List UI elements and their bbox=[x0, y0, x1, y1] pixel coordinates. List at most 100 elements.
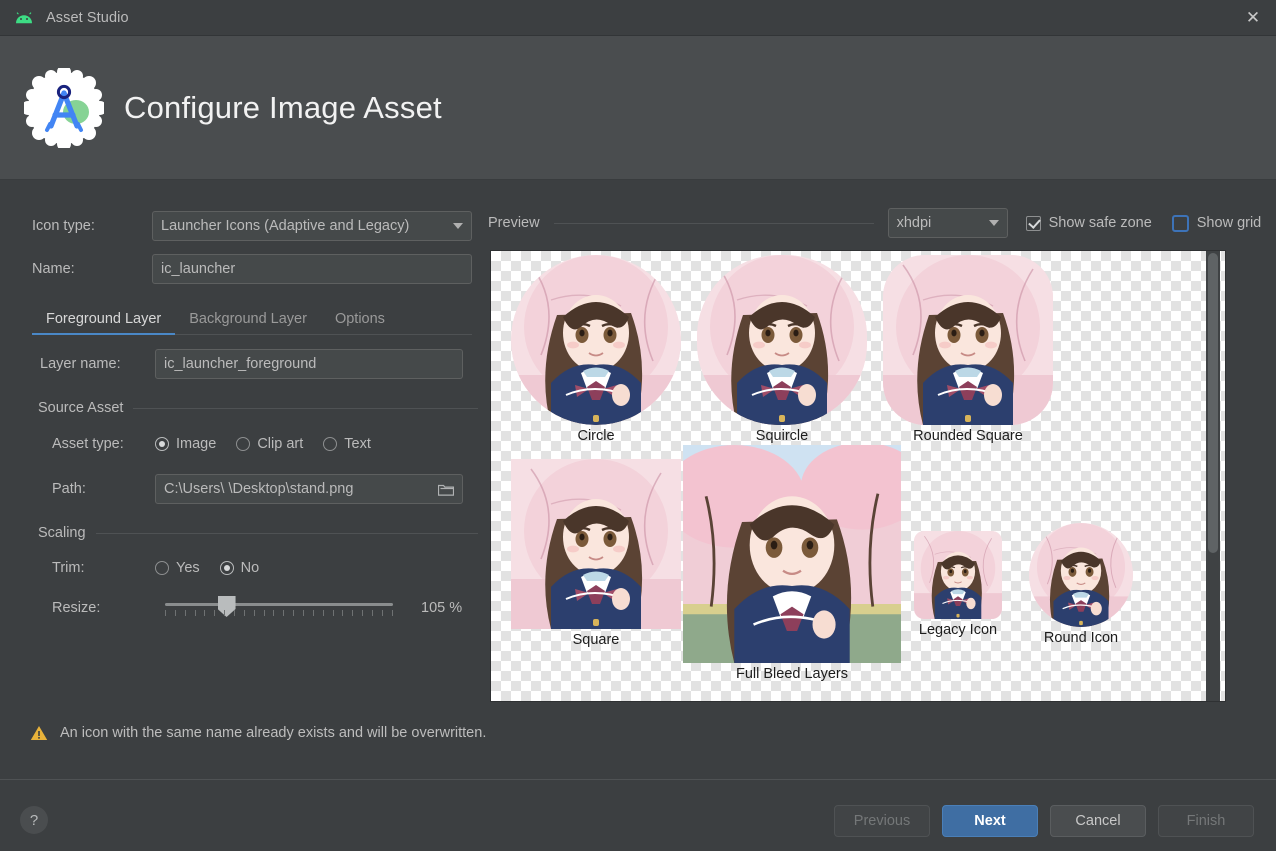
trim-radio-group: Yes No bbox=[155, 560, 259, 576]
section-divider bbox=[133, 407, 478, 409]
resize-slider[interactable] bbox=[165, 595, 393, 621]
next-button[interactable]: Next bbox=[942, 805, 1038, 837]
layer-name-label: Layer name: bbox=[40, 356, 121, 372]
name-label: Name: bbox=[32, 261, 75, 277]
path-value: C:\Users\ \Desktop\stand.png bbox=[164, 481, 354, 497]
icon-type-select[interactable]: Launcher Icons (Adaptive and Legacy) bbox=[152, 211, 472, 241]
name-value: ic_launcher bbox=[161, 261, 236, 277]
section-divider bbox=[553, 222, 874, 224]
finish-button[interactable]: Finish bbox=[1158, 805, 1254, 837]
radio-label: No bbox=[240, 560, 260, 576]
title-bar: Asset Studio ✕ bbox=[0, 0, 1276, 36]
warning-triangle-icon bbox=[30, 725, 48, 741]
preview-caption: Squircle bbox=[755, 428, 809, 444]
preview-art bbox=[883, 255, 1053, 425]
resize-row: Resize: 105 % bbox=[52, 595, 462, 621]
android-studio-logo bbox=[21, 64, 107, 151]
slider-track bbox=[165, 603, 393, 606]
preview-item-rounded-square[interactable]: Rounded Square bbox=[873, 255, 1063, 444]
layer-name-input[interactable]: ic_launcher_foreground bbox=[155, 349, 463, 379]
preview-header: Preview xhdpi Show safe zone Show grid bbox=[488, 206, 1276, 240]
scrollbar-thumb[interactable] bbox=[1208, 253, 1218, 553]
show-safe-zone-checkbox[interactable]: Show safe zone bbox=[1025, 215, 1152, 231]
path-label: Path: bbox=[52, 481, 86, 497]
density-value: xhdpi bbox=[896, 215, 932, 231]
checkbox-label: Show grid bbox=[1196, 215, 1262, 231]
tab-options[interactable]: Options bbox=[321, 311, 399, 334]
configuration-form: Icon type: Launcher Icons (Adaptive and … bbox=[0, 181, 488, 711]
preview-caption: Full Bleed Layers bbox=[735, 666, 849, 682]
dialog-body: Icon type: Launcher Icons (Adaptive and … bbox=[0, 181, 1276, 711]
android-bugdroid-icon bbox=[14, 8, 34, 28]
checkbox-label: Show safe zone bbox=[1048, 215, 1152, 231]
tab-background-layer[interactable]: Background Layer bbox=[175, 311, 321, 334]
asset-type-radio-group: Image Clip art Text bbox=[155, 436, 371, 452]
resize-label: Resize: bbox=[52, 600, 101, 616]
radio-asset-type-text[interactable]: Text bbox=[323, 436, 371, 452]
preview-item-circle[interactable]: Circle bbox=[501, 255, 691, 444]
preview-art bbox=[683, 445, 901, 663]
preview-item-round[interactable]: Round Icon bbox=[1021, 523, 1141, 646]
preview-art bbox=[1029, 523, 1133, 627]
warning-text: An icon with the same name already exist… bbox=[60, 725, 487, 741]
name-input[interactable]: ic_launcher bbox=[152, 254, 472, 284]
preview-caption: Round Icon bbox=[1043, 630, 1119, 646]
source-asset-section: Source Asset bbox=[38, 400, 478, 416]
preview-item-squircle[interactable]: Squircle bbox=[687, 255, 877, 444]
scaling-section: Scaling bbox=[38, 525, 478, 541]
path-input[interactable]: C:\Users\ \Desktop\stand.png bbox=[155, 474, 463, 504]
path-row: Path: C:\Users\ \Desktop\stand.png bbox=[52, 474, 463, 504]
show-grid-checkbox[interactable]: Show grid bbox=[1171, 214, 1262, 232]
preview-scrollbar[interactable] bbox=[1206, 251, 1220, 701]
radio-label: Text bbox=[344, 436, 371, 452]
icon-type-label: Icon type: bbox=[32, 218, 95, 234]
radio-dot bbox=[155, 561, 169, 575]
preview-caption: Square bbox=[572, 632, 620, 648]
preview-art bbox=[697, 255, 867, 425]
radio-label: Yes bbox=[176, 560, 200, 576]
radio-dot bbox=[323, 437, 338, 451]
preview-item-legacy[interactable]: Legacy Icon bbox=[909, 531, 1007, 638]
density-select[interactable]: xhdpi bbox=[887, 208, 1008, 238]
source-asset-title: Source Asset bbox=[38, 400, 124, 416]
preview-item-full-bleed[interactable]: Full Bleed Layers bbox=[682, 445, 902, 682]
layer-name-value: ic_launcher_foreground bbox=[164, 356, 317, 372]
radio-asset-type-image[interactable]: Image bbox=[155, 436, 216, 452]
previous-button[interactable]: Previous bbox=[834, 805, 930, 837]
checkbox-box bbox=[1171, 214, 1189, 232]
name-row: Name: ic_launcher bbox=[32, 254, 472, 284]
radio-dot bbox=[219, 561, 234, 575]
icon-type-row: Icon type: Launcher Icons (Adaptive and … bbox=[32, 211, 472, 241]
radio-dot bbox=[236, 437, 251, 451]
dialog-header: Configure Image Asset bbox=[0, 36, 1276, 180]
trim-row: Trim: Yes No bbox=[52, 560, 259, 576]
radio-dot bbox=[155, 437, 169, 451]
asset-type-label: Asset type: bbox=[52, 436, 124, 452]
preview-canvas[interactable]: Circle Squircle Rounded Square Square Fu… bbox=[490, 250, 1226, 702]
preview-title: Preview bbox=[488, 215, 540, 231]
tab-foreground-layer[interactable]: Foreground Layer bbox=[32, 311, 176, 335]
slider-ticks bbox=[165, 610, 393, 618]
radio-trim-no[interactable]: No bbox=[219, 560, 260, 576]
chevron-down-icon bbox=[453, 223, 463, 229]
preview-art bbox=[914, 531, 1002, 619]
page-title: Configure Image Asset bbox=[124, 89, 442, 125]
layer-tabs: Foreground Layer Background Layer Option… bbox=[32, 301, 472, 335]
layer-name-row: Layer name: ic_launcher_foreground bbox=[40, 349, 463, 379]
window-title: Asset Studio bbox=[46, 9, 129, 26]
preview-caption: Circle bbox=[577, 428, 615, 444]
asset-type-row: Asset type: Image Clip art Text bbox=[52, 436, 371, 452]
radio-label: Image bbox=[176, 436, 217, 452]
cancel-button[interactable]: Cancel bbox=[1050, 805, 1146, 837]
trim-label: Trim: bbox=[52, 560, 85, 576]
warning-bar: An icon with the same name already exist… bbox=[0, 711, 1276, 755]
preview-art bbox=[511, 255, 681, 425]
radio-trim-yes[interactable]: Yes bbox=[155, 560, 200, 576]
preview-item-square[interactable]: Square bbox=[501, 459, 691, 648]
help-button[interactable]: ? bbox=[20, 806, 48, 834]
radio-asset-type-clip-art[interactable]: Clip art bbox=[236, 436, 303, 452]
folder-icon[interactable] bbox=[437, 483, 455, 496]
close-icon[interactable]: ✕ bbox=[1230, 0, 1276, 36]
section-divider bbox=[95, 532, 478, 534]
chevron-down-icon bbox=[988, 220, 999, 226]
